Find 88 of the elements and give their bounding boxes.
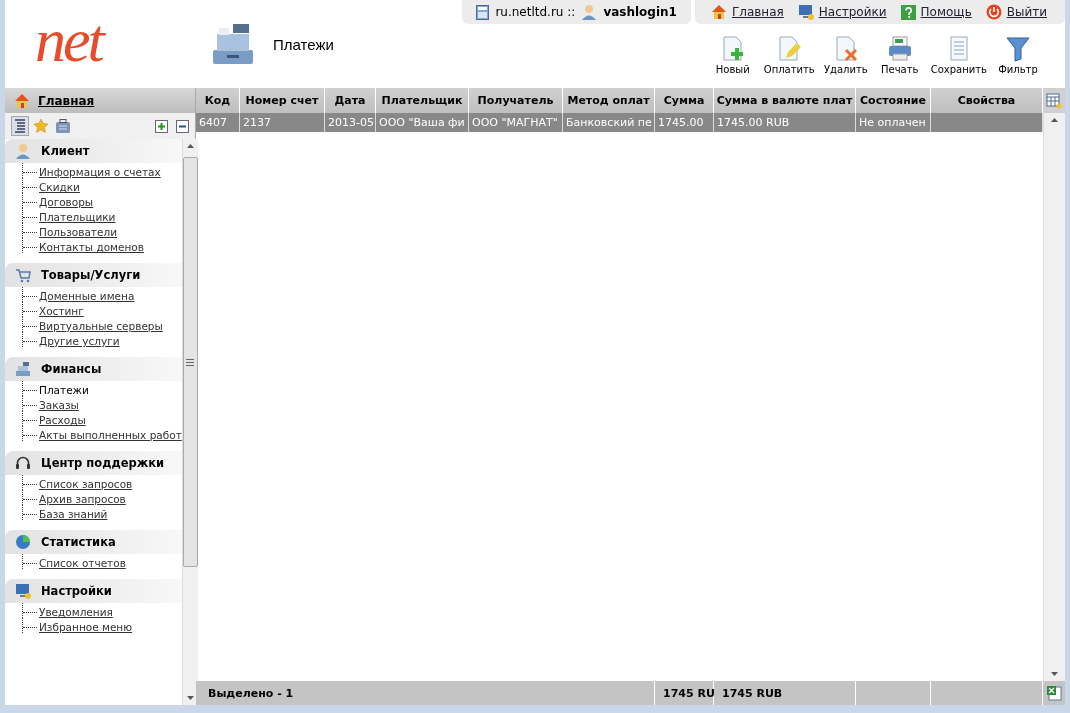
- scroll-down-icon: [186, 696, 194, 700]
- table-cell: 1745.00 RUB: [717, 116, 790, 129]
- nav-link[interactable]: Настройки: [818, 5, 887, 19]
- table-row[interactable]: 6407 2137 2013-05 ООО "Ваша фи ООО "МАГНАТ" Банковский пе 1745.00 1745.00 RUB Не оплачен: [196, 113, 1043, 132]
- help-icon: [900, 4, 916, 20]
- pie-chart-icon: [15, 534, 31, 550]
- total-cell: 1745 RUB: [722, 686, 783, 700]
- table-cell: 2137: [243, 116, 271, 129]
- menu-link[interactable]: Виртуальные серверы: [39, 320, 163, 332]
- table-cell: 6407: [199, 116, 227, 129]
- nav-link[interactable]: Главная: [731, 5, 784, 19]
- toolbar-button[interactable]: Печать: [874, 36, 925, 75]
- table-cell: 1745.00: [658, 116, 704, 129]
- filter-icon: [1005, 36, 1031, 62]
- document-pencil-icon: [776, 36, 803, 62]
- user-name: vashlogin1: [603, 5, 677, 19]
- scrollbar[interactable]: [181, 139, 198, 705]
- scroll-up-icon: [1051, 118, 1058, 122]
- toolbar-button[interactable]: Фильтр: [993, 36, 1043, 75]
- power-icon: [985, 4, 1002, 20]
- menu-link[interactable]: Информация о счетах: [39, 166, 161, 178]
- scrollbar[interactable]: [1043, 113, 1065, 681]
- menu-link[interactable]: Другие услуги: [39, 335, 120, 347]
- cart-icon: [15, 267, 31, 283]
- monitor-icon: [797, 4, 814, 20]
- home-link[interactable]: Главная: [38, 93, 95, 108]
- section-header[interactable]: Центр поддержки: [5, 451, 182, 475]
- printer-icon: [886, 36, 913, 62]
- home-icon: [710, 4, 727, 20]
- nav-link[interactable]: Выйти: [1006, 5, 1047, 19]
- site-name: ru.netltd.ru ::: [495, 5, 576, 19]
- page-title: Платежи: [273, 35, 334, 53]
- section-header[interactable]: Клиент: [5, 139, 182, 163]
- menu-link[interactable]: Акты выполненных работ: [39, 429, 182, 441]
- scroll-down-icon: [1051, 672, 1058, 676]
- view-tab[interactable]: [53, 116, 73, 136]
- menu-link[interactable]: База знаний: [39, 508, 108, 520]
- menu-link[interactable]: Договоры: [39, 196, 94, 208]
- menu-link[interactable]: Скидки: [39, 181, 80, 193]
- star-icon: [33, 118, 49, 134]
- person-icon: [15, 143, 31, 159]
- menu-link[interactable]: Пользователи: [39, 226, 117, 238]
- grip-icon: [186, 358, 195, 366]
- minus-icon: [178, 124, 187, 128]
- menu-link[interactable]: Список запросов: [39, 478, 133, 490]
- column-settings-icon[interactable]: [1046, 92, 1062, 109]
- table-cell: 2013-05: [328, 116, 374, 129]
- list-icon: [13, 118, 27, 134]
- selection-count: Выделено - 1: [208, 686, 294, 700]
- menu-link[interactable]: Уведомления: [39, 606, 113, 618]
- expand-all-button[interactable]: [155, 119, 168, 133]
- menu-link[interactable]: Расходы: [39, 414, 86, 426]
- toolbar-button[interactable]: Удалить: [820, 36, 871, 75]
- excel-icon[interactable]: [1046, 685, 1062, 701]
- menu-link[interactable]: Доменные имена: [39, 290, 135, 302]
- user-icon: [581, 4, 598, 20]
- menu-link[interactable]: Список отчетов: [39, 557, 126, 569]
- calculator-icon: [476, 4, 490, 20]
- table-cell: Банковский пе: [566, 116, 652, 129]
- headset-icon: [15, 455, 31, 471]
- section-header[interactable]: Настройки: [5, 579, 182, 603]
- plus-icon: [157, 121, 166, 131]
- nav-link[interactable]: Помощь: [920, 5, 972, 19]
- toolbar-button[interactable]: Оплатить: [761, 36, 817, 75]
- menu-link[interactable]: Заказы: [39, 399, 79, 411]
- menu-link[interactable]: Платежи: [39, 384, 89, 396]
- view-tab[interactable]: [11, 116, 29, 136]
- toolbar-button[interactable]: Новый: [707, 36, 758, 75]
- menu-link[interactable]: Хостинг: [39, 305, 84, 317]
- cash-register-icon: [15, 361, 31, 377]
- section-header[interactable]: Финансы: [5, 357, 182, 381]
- toolbar-button[interactable]: Сохранить: [928, 36, 989, 75]
- menu-link[interactable]: Избранное меню: [39, 621, 133, 633]
- menu-link[interactable]: Архив запросов: [39, 493, 126, 505]
- menu-link[interactable]: Плательщики: [39, 211, 116, 223]
- collapse-all-button[interactable]: [176, 119, 189, 133]
- table-cell: ООО "МАГНАТ": [472, 116, 558, 129]
- monitor-icon: [15, 583, 31, 599]
- logo: net: [5, 0, 195, 88]
- section-header[interactable]: Товары/Услуги: [5, 263, 182, 287]
- briefcase-icon: [55, 118, 71, 134]
- total-cell: 1745 RU: [663, 686, 715, 700]
- scroll-up-icon: [186, 144, 194, 148]
- menu-link[interactable]: Контакты доменов: [39, 241, 144, 253]
- table-cell: ООО "Ваша фи: [379, 116, 465, 129]
- table-cell: Не оплачен: [859, 116, 926, 129]
- home-icon: [14, 92, 30, 109]
- section-header[interactable]: Статистика: [5, 530, 182, 554]
